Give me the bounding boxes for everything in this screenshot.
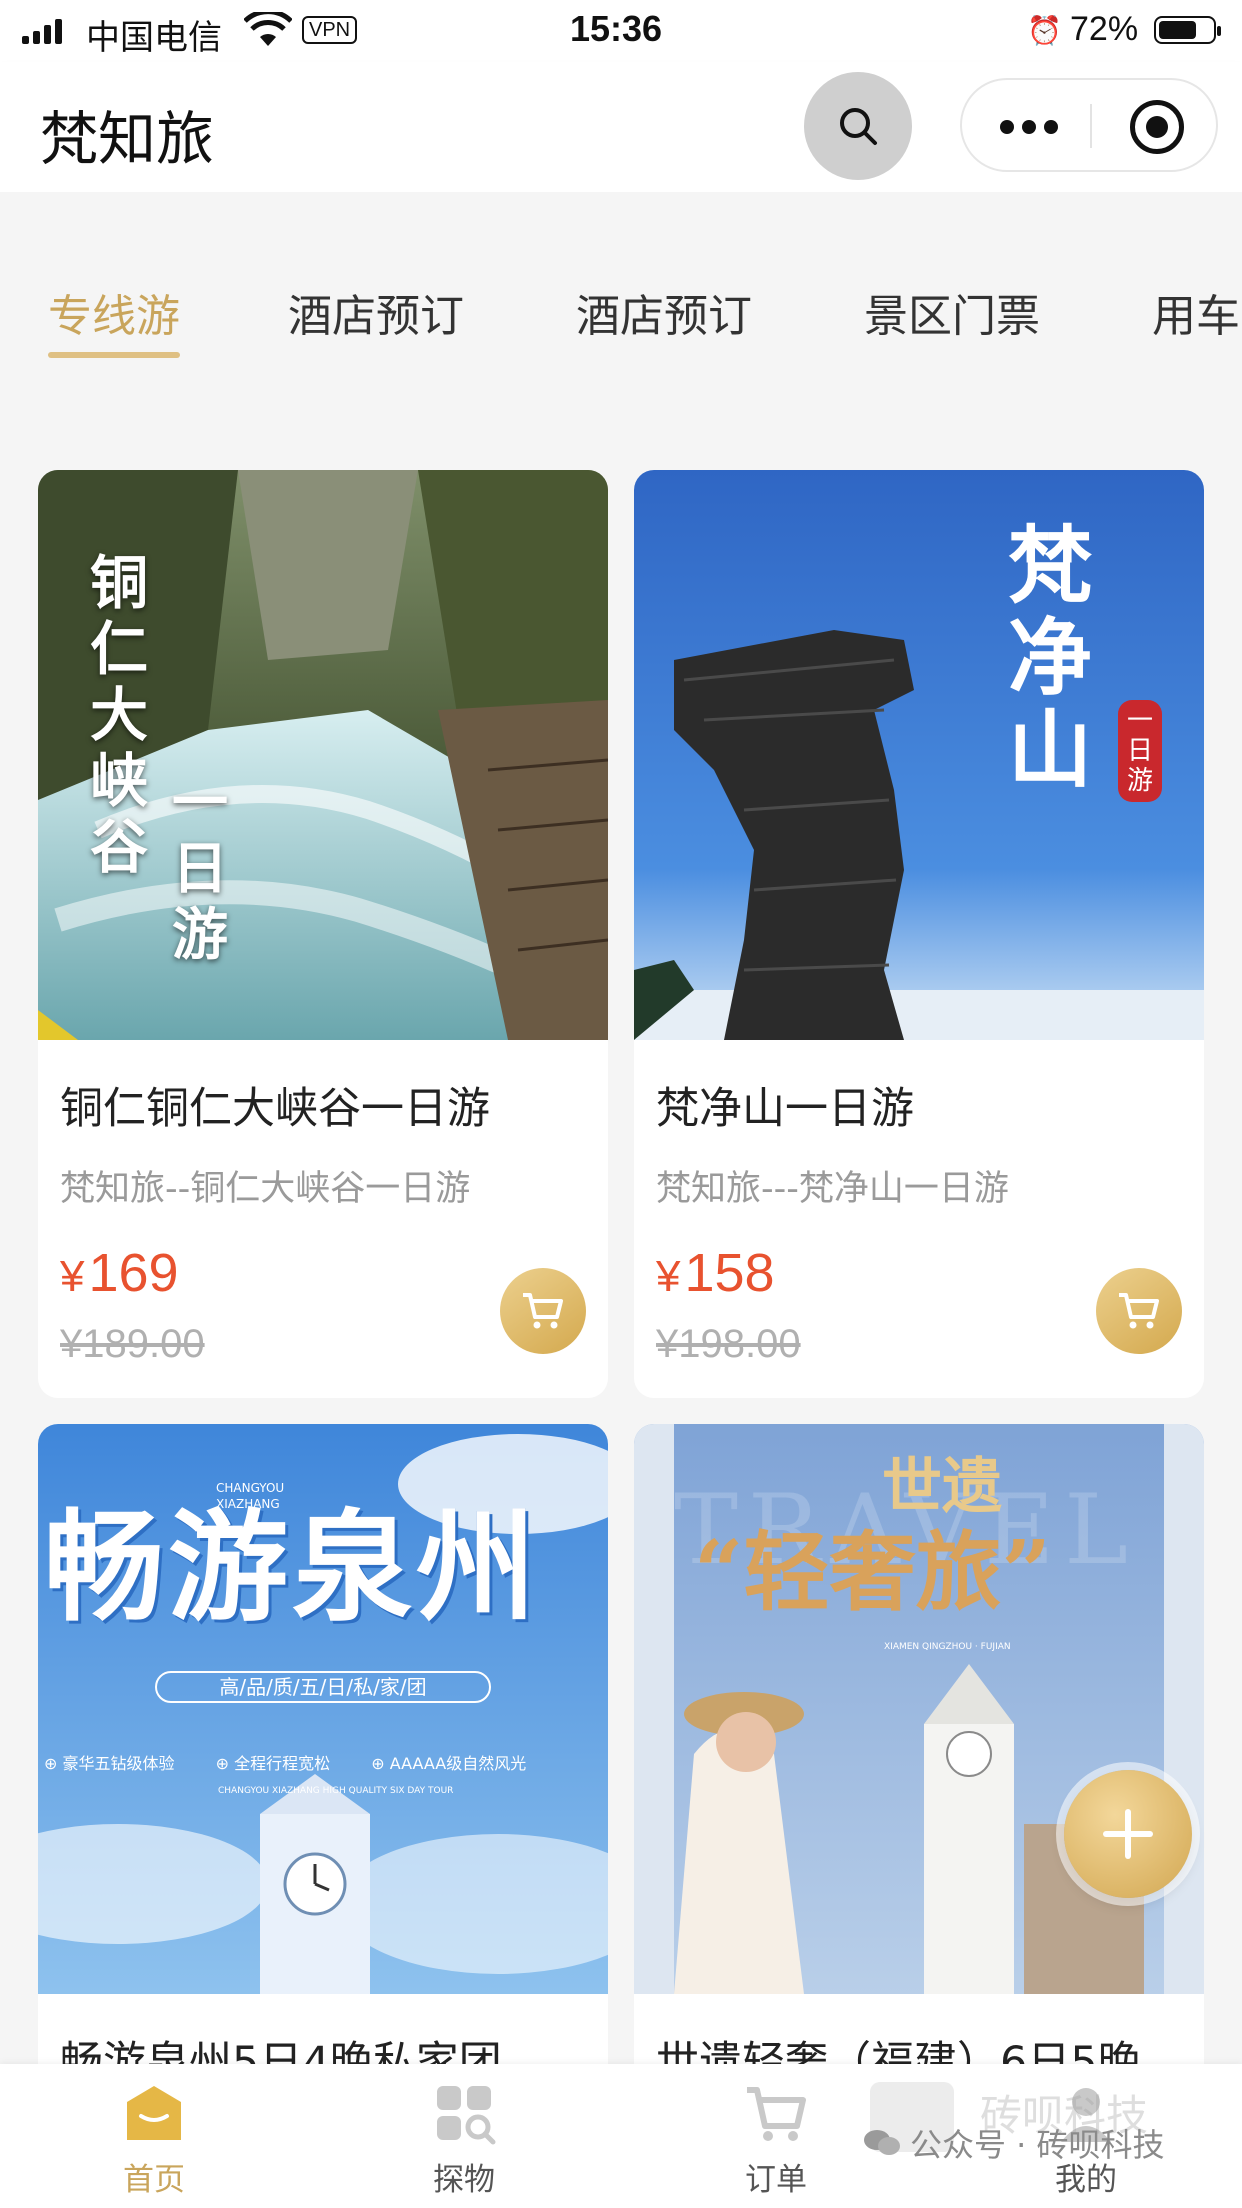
floating-add-button[interactable] xyxy=(1064,1770,1192,1898)
product-image-canyon: 铜仁大峡谷 一日游 xyxy=(38,470,608,1040)
plus-icon xyxy=(1103,1809,1153,1859)
price-value: 158 xyxy=(684,1243,775,1303)
product-subtitle: 梵知旅--铜仁大峡谷一日游 xyxy=(60,1169,471,1209)
poster-subtitle: 高/品/质/五/日/私/家/团 xyxy=(219,1675,427,1699)
poster-tag: ⊕ 豪华五钻级体验 xyxy=(44,1754,175,1773)
wechat-icon xyxy=(864,2130,900,2155)
poster-tag: ⊕ 全程行程宽松 xyxy=(215,1754,331,1773)
product-image-fujian: TRAVEL 世遗 “轻奢旅” XIAMEN QINGZHOU · FUJIAN xyxy=(634,1424,1204,1994)
explore-icon xyxy=(437,2086,496,2145)
tab-scenic-tickets[interactable]: 景区门票 xyxy=(864,280,1040,344)
product-image-quanzhou: CHANGYOU XIAZHANG 畅游泉州 高/品/质/五/日/私/家/团 ⊕… xyxy=(38,1424,608,1994)
clock: 15:36 xyxy=(570,8,663,49)
alarm-icon: ⏰ xyxy=(1027,15,1062,46)
tab-label: 用车 xyxy=(1152,291,1240,342)
poster-title: 畅游泉州 xyxy=(44,1499,540,1638)
currency-symbol: ¥ xyxy=(656,1252,681,1301)
poster-caption: XIAMEN QINGZHOU · FUJIAN xyxy=(884,1642,1011,1652)
poster-caption: CHANGYOU XIAZHANG HIGH QUALITY SIX DAY T… xyxy=(218,1786,454,1796)
cart-icon xyxy=(523,1293,563,1329)
carrier-label: 中国电信 xyxy=(86,19,222,57)
poster-tags: ⊕ 豪华五钻级体验 ⊕ 全程行程宽松 ⊕ AAAAA级自然风光 xyxy=(44,1750,608,1774)
nav-bar: 梵知旅 xyxy=(0,62,1242,192)
product-name: 铜仁铜仁大峡谷一日游 xyxy=(60,1084,490,1134)
poster-tag: ⊕ AAAAA级自然风光 xyxy=(371,1754,527,1773)
tab-label: 景区门票 xyxy=(864,291,1040,342)
product-card[interactable]: 铜仁大峡谷 一日游 铜仁铜仁大峡谷一日游 梵知旅--铜仁大峡谷一日游 ¥169 … xyxy=(38,470,608,1398)
currency-symbol: ¥ xyxy=(60,1252,85,1301)
more-dot xyxy=(1022,120,1036,134)
poster-tag-text: 全程行程宽松 xyxy=(234,1754,331,1773)
poster-title: 梵净山 xyxy=(1008,516,1093,799)
search-icon xyxy=(840,108,877,145)
more-button[interactable] xyxy=(1000,120,1058,134)
poster-tag-text: 豪华五钻级体验 xyxy=(62,1754,175,1773)
watermark-text: 公众号 · 砖呗科技 xyxy=(910,2126,1165,2164)
battery-fill xyxy=(1159,21,1196,39)
tab-line-tour[interactable]: 专线游 xyxy=(48,280,180,358)
capsule-divider xyxy=(1090,104,1092,148)
status-bar: 中国电信 VPN 15:36 ⏰ 72% xyxy=(0,0,1242,62)
watermark: 公众号 · 砖呗科技 xyxy=(862,2120,1165,2166)
tab-hotel-booking-2[interactable]: 酒店预订 xyxy=(576,280,752,344)
home-icon xyxy=(127,2086,181,2140)
tabbar-label: 探物 xyxy=(433,2162,495,2198)
product-price: ¥158 xyxy=(656,1242,775,1304)
add-to-cart-button[interactable] xyxy=(1096,1268,1182,1354)
search-button[interactable] xyxy=(804,72,912,180)
tabbar-label: 首页 xyxy=(123,2162,185,2198)
tabbar-label: 订单 xyxy=(745,2162,807,2198)
poster-subtitle: 一日游 xyxy=(172,770,228,968)
original-price: ¥198.00 xyxy=(656,1322,801,1366)
battery-percent: 72% xyxy=(1070,10,1139,48)
mini-program-capsule xyxy=(960,78,1218,172)
tabbar-item-explore[interactable]: 探物 xyxy=(394,2082,534,2199)
signal-icon xyxy=(22,18,62,44)
poster-tag-text: AAAAA级自然风光 xyxy=(389,1754,527,1773)
product-card[interactable]: CHANGYOU XIAZHANG 畅游泉州 高/品/质/五/日/私/家/团 ⊕… xyxy=(38,1424,608,2124)
battery-icon xyxy=(1154,16,1221,44)
tab-label: 专线游 xyxy=(48,291,180,342)
tabbar-item-orders[interactable]: 订单 xyxy=(706,2082,846,2199)
poster-title: “轻奢旅” xyxy=(694,1522,1051,1623)
product-name: 梵净山一日游 xyxy=(656,1084,914,1134)
product-price: ¥169 xyxy=(60,1242,179,1304)
product-image-fanjing: 梵净山 一日游 xyxy=(634,470,1204,1040)
active-tab-indicator xyxy=(48,352,180,358)
product-card[interactable]: 梵净山 一日游 梵净山一日游 梵知旅---梵净山一日游 ¥158 ¥198.00 xyxy=(634,470,1204,1398)
tab-label: 酒店预订 xyxy=(576,291,752,342)
category-tabs: 专线游 酒店预订 酒店预订 景区门票 用车 xyxy=(0,192,1242,392)
cart-icon xyxy=(747,2087,806,2141)
poster-title: 铜仁大峡谷 xyxy=(90,549,149,881)
add-to-cart-button[interactable] xyxy=(500,1268,586,1354)
vpn-badge: VPN xyxy=(302,16,358,44)
original-price: ¥189.00 xyxy=(60,1322,205,1366)
more-dot xyxy=(1000,120,1014,134)
more-dot xyxy=(1044,120,1058,134)
price-value: 169 xyxy=(88,1243,179,1303)
tab-label: 酒店预订 xyxy=(288,291,464,342)
tab-hotel-booking[interactable]: 酒店预订 xyxy=(288,280,464,344)
close-mini-program-button[interactable] xyxy=(1130,100,1184,154)
tabbar-item-home[interactable]: 首页 xyxy=(84,2082,224,2199)
tab-car-rental[interactable]: 用车 xyxy=(1152,280,1240,344)
cart-icon xyxy=(1119,1293,1159,1329)
wifi-icon xyxy=(244,12,292,46)
poster-subtitle: 一日游 xyxy=(1118,700,1162,802)
page-title: 梵知旅 xyxy=(40,105,215,173)
product-subtitle: 梵知旅---梵净山一日游 xyxy=(656,1169,1009,1209)
